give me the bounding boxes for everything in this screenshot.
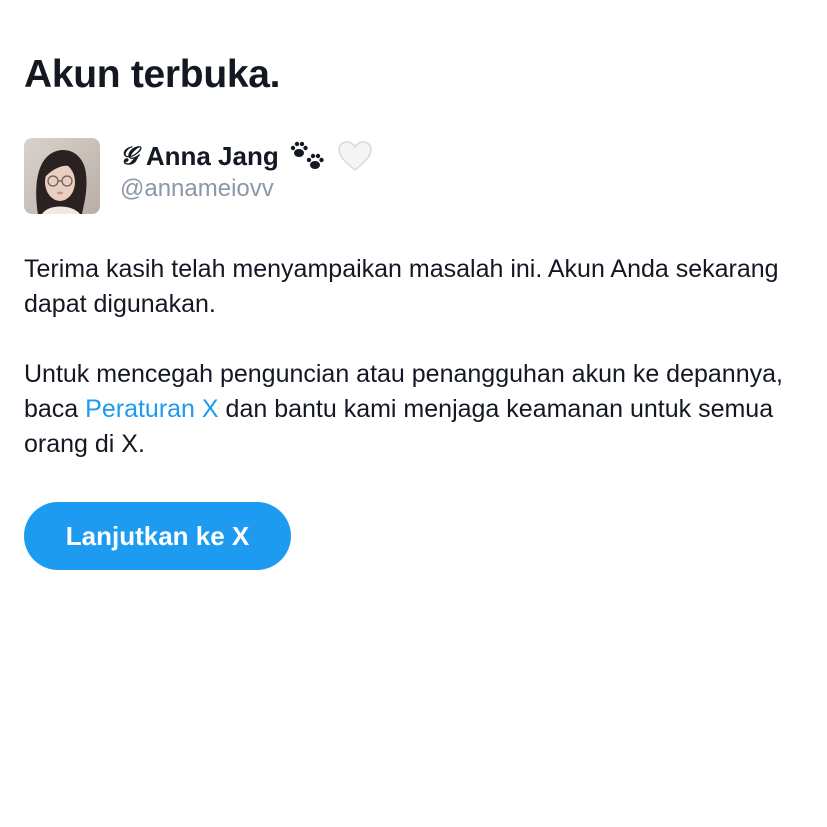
page-title: Akun terbuka. <box>24 53 281 96</box>
account-unlocked-page: Akun terbuka. 𝒢 Anna Jang @annameiovv Te… <box>24 52 804 570</box>
display-name: Anna Jang <box>145 140 279 171</box>
message-body: Terima kasih telah menyampaikan masalah … <box>24 252 784 462</box>
avatar-image <box>24 138 100 214</box>
user-card: 𝒢 Anna Jang @annameiovv <box>24 138 373 214</box>
paw-prints-icon <box>289 139 327 173</box>
display-name-row: 𝒢 Anna Jang <box>120 138 373 174</box>
white-heart-icon <box>337 140 373 172</box>
continue-button[interactable]: Lanjutkan ke X <box>24 502 291 570</box>
avatar <box>24 138 100 214</box>
name-prefix: 𝒢 <box>120 141 138 170</box>
message-paragraph-1: Terima kasih telah menyampaikan masalah … <box>24 255 779 318</box>
user-handle: @annameiovv <box>120 175 274 202</box>
user-info: 𝒢 Anna Jang @annameiovv <box>120 138 373 203</box>
rules-link[interactable]: Peraturan X <box>85 395 218 423</box>
message-paragraph-2: Untuk mencegah penguncian atau penangguh… <box>24 357 784 462</box>
